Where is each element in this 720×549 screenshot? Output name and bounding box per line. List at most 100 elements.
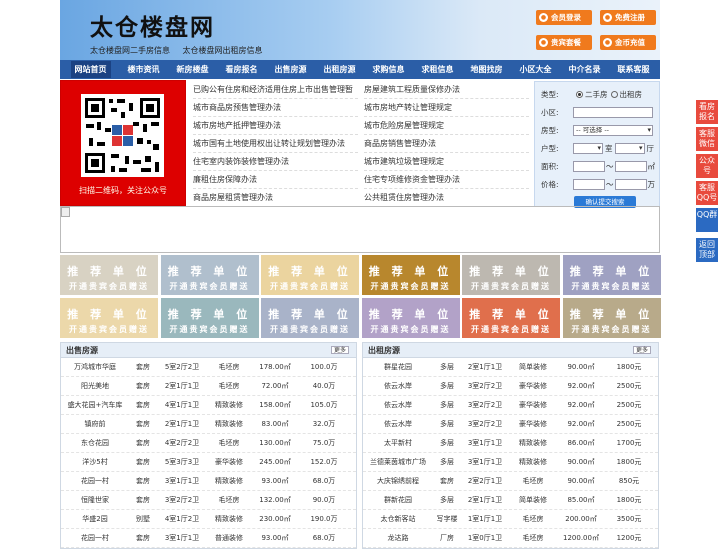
nav-item[interactable]: 联系客服 [618, 64, 650, 75]
radio-secondhand[interactable] [576, 90, 583, 98]
nav-item[interactable]: 出租房源 [324, 64, 356, 75]
table-cell[interactable]: 万鸿城市华庭 [61, 362, 129, 372]
policy-link[interactable]: 公共租赁住房管理办法 [364, 189, 529, 207]
table-cell[interactable]: 大庆锦绣前程 [363, 476, 433, 486]
vip-package-button[interactable]: ● 贵宾套餐 [536, 35, 592, 50]
table-row[interactable]: 群新花园 多层 2室1厅1卫 简单装修 85.00㎡ 1800元 [363, 491, 658, 510]
rental-info-link[interactable]: 太仓楼盘网出租房信息 [183, 46, 263, 55]
nav-item[interactable]: 求租信息 [422, 64, 454, 75]
table-cell[interactable]: 兰德莱茵城市广场 [363, 457, 433, 467]
site-logo-title[interactable]: 太仓楼盘网 [90, 8, 215, 42]
sidebar-float-item[interactable]: 客服微信 [696, 127, 718, 151]
table-row[interactable]: 太平新村 多层 3室1厅1卫 精致装修 86.00㎡ 1700元 [363, 434, 658, 453]
table-cell[interactable]: 依云水岸 [363, 381, 433, 391]
policy-link[interactable]: 商品房屋租赁管理办法 [193, 189, 358, 207]
table-row[interactable]: 盛大花园+汽车库 套房 4室1厅1卫 精致装修 158.00㎡ 105.0万 [61, 396, 356, 415]
register-button[interactable]: ● 免费注册 [600, 10, 656, 25]
nav-item[interactable]: 新房楼盘 [177, 64, 209, 75]
table-row[interactable]: 万鸿城市华庭 套房 5室2厅2卫 毛坯房 178.00㎡ 100.0万 [61, 358, 356, 377]
policy-link[interactable]: 已购公有住房和经济适用住房上市出售管理暂 [193, 81, 358, 99]
table-row[interactable]: 群星花园 多层 2室1厅1卫 简单装修 90.00㎡ 1800元 [363, 358, 658, 377]
recommended-unit-tile[interactable]: 推 荐 单 位开通贵宾会员赠送 [562, 255, 661, 295]
table-row[interactable]: 阳光美地 套房 2室1厅1卫 毛坯房 72.00㎡ 40.0万 [61, 377, 356, 396]
policy-link[interactable]: 商品房销售管理办法 [364, 135, 529, 153]
secondhand-info-link[interactable]: 太仓楼盘网二手房信息 [90, 46, 170, 55]
table-cell[interactable]: 依云水岸 [363, 400, 433, 410]
price-max-input[interactable] [614, 178, 647, 190]
policy-link[interactable]: 城市房地产抵押管理办法 [193, 117, 358, 135]
hall-select[interactable] [614, 142, 645, 154]
policy-link[interactable]: 房屋建筑工程质量保修办法 [364, 81, 529, 99]
nav-item[interactable]: 中介名录 [569, 64, 601, 75]
table-cell[interactable]: 群星花园 [363, 362, 433, 372]
table-cell[interactable]: 恒隆世家 [61, 495, 129, 505]
recommended-unit-tile[interactable]: 推 荐 单 位开通贵宾会员赠送 [160, 298, 259, 338]
table-cell[interactable]: 太平新村 [363, 438, 433, 448]
recommended-unit-tile[interactable]: 推 荐 单 位开通贵宾会员赠送 [462, 298, 560, 338]
recommended-unit-tile[interactable]: 推 荐 单 位开通贵宾会员赠送 [361, 255, 460, 295]
recommended-unit-tile[interactable]: 推 荐 单 位开通贵宾会员赠送 [462, 255, 560, 295]
nav-item[interactable]: 出售房源 [275, 64, 307, 75]
nav-item[interactable]: 小区大全 [520, 64, 552, 75]
table-row[interactable]: 洋沙5村 套房 5室3厅3卫 豪华装修 245.00㎡ 152.0万 [61, 453, 356, 472]
recommended-unit-tile[interactable]: 推 荐 单 位开通贵宾会员赠送 [562, 298, 661, 338]
policy-link[interactable]: 住宅室内装饰装修管理办法 [193, 153, 358, 171]
sale-more-button[interactable]: 更多 [330, 346, 349, 354]
table-row[interactable]: 依云水岸 多层 3室2厅2卫 豪华装修 92.00㎡ 2500元 [363, 377, 658, 396]
table-row[interactable]: 依云水岸 多层 3室2厅2卫 豪华装修 92.00㎡ 2500元 [363, 396, 658, 415]
table-row[interactable]: 恒隆世家 套房 3室2厅2卫 毛坯房 132.00㎡ 90.0万 [61, 491, 356, 510]
sidebar-float-item[interactable]: 客服QQ号 [696, 181, 718, 205]
area-max-input[interactable] [614, 160, 647, 172]
policy-link[interactable]: 城市商品房预售管理办法 [193, 99, 358, 117]
nav-item[interactable]: 网站首页 [70, 61, 111, 78]
table-cell[interactable]: 洋沙5村 [61, 457, 129, 467]
recommended-unit-tile[interactable]: 推 荐 单 位开通贵宾会员赠送 [261, 298, 359, 338]
table-cell[interactable]: 阳光美地 [61, 381, 129, 391]
table-cell[interactable]: 群新花园 [363, 495, 433, 505]
banner-broken-image[interactable] [60, 206, 660, 253]
table-row[interactable]: 太仓新客站 写字楼 1室1厅1卫 毛坯房 200.00㎡ 3500元 [363, 510, 658, 529]
recommended-unit-tile[interactable]: 推 荐 单 位开通贵宾会员赠送 [60, 298, 158, 338]
coin-recharge-button[interactable]: ● 金币充值 [600, 35, 656, 50]
table-row[interactable]: 大庆锦绣前程 套房 2室2厅1卫 毛坯房 90.00㎡ 850元 [363, 472, 658, 491]
policy-link[interactable]: 城市房地产转让管理规定 [364, 99, 529, 117]
table-cell[interactable]: 花园一村 [61, 476, 129, 486]
table-row[interactable]: 依云水岸 多层 3室2厅2卫 豪华装修 92.00㎡ 2500元 [363, 415, 658, 434]
style-select[interactable]: -- 可选择 -- [573, 124, 653, 136]
policy-link[interactable]: 城市建筑垃圾管理规定 [364, 153, 529, 171]
sidebar-float-item[interactable]: 公众号 [696, 154, 718, 178]
community-input[interactable] [573, 106, 653, 118]
policy-link[interactable]: 廉租住房保障办法 [193, 171, 358, 189]
table-cell[interactable]: 东仓花园 [61, 438, 129, 448]
recommended-unit-tile[interactable]: 推 荐 单 位开通贵宾会员赠送 [261, 255, 359, 295]
area-min-input[interactable] [573, 160, 605, 172]
table-row[interactable]: 镇府前 套房 2室1厅1卫 精致装修 83.00㎡ 32.0万 [61, 415, 356, 434]
table-cell[interactable]: 太仓新客站 [363, 514, 433, 524]
table-cell[interactable]: 华盛2园 [61, 514, 129, 524]
recommended-unit-tile[interactable]: 推 荐 单 位开通贵宾会员赠送 [160, 255, 259, 295]
table-cell[interactable]: 盛大花园+汽车库 [61, 400, 129, 410]
nav-item[interactable]: 地图找房 [471, 64, 503, 75]
table-row[interactable]: 花园一村 套房 3室1厅1卫 精致装修 93.00㎡ 68.0万 [61, 472, 356, 491]
rent-more-button[interactable]: 更多 [632, 346, 651, 354]
table-row[interactable]: 华盛2园 别墅 4室1厅2卫 精致装修 230.00㎡ 190.0万 [61, 510, 356, 529]
table-cell[interactable]: 花园一村 [61, 533, 129, 543]
policy-link[interactable]: 城市国有土地使用权出让转让规划管理办法 [193, 135, 358, 153]
policy-link[interactable]: 住宅专项维修资金管理办法 [364, 171, 529, 189]
table-cell[interactable]: 龙达路 [363, 533, 433, 543]
sidebar-float-item[interactable]: 返回顶部 [696, 238, 718, 262]
nav-item[interactable]: 楼市资讯 [128, 64, 160, 75]
table-row[interactable]: 花园一村 套房 3室1厅1卫 普通装修 93.00㎡ 68.0万 [61, 529, 356, 548]
table-cell[interactable]: 依云水岸 [363, 419, 433, 429]
nav-item[interactable]: 求购信息 [373, 64, 405, 75]
sidebar-float-item[interactable]: 看房报名 [696, 100, 718, 124]
policy-link[interactable]: 城市危险房屋管理规定 [364, 117, 529, 135]
recommended-unit-tile[interactable]: 推 荐 单 位开通贵宾会员赠送 [60, 255, 158, 295]
login-button[interactable]: ● 会员登录 [536, 10, 592, 25]
price-min-input[interactable] [573, 178, 605, 190]
nav-item[interactable]: 看房报名 [226, 64, 258, 75]
table-row[interactable]: 龙达路 厂房 1室0厅1卫 毛坯房 1200.00㎡ 1200元 [363, 529, 658, 548]
table-row[interactable]: 东仓花园 套房 4室2厅2卫 毛坯房 130.00㎡ 75.0万 [61, 434, 356, 453]
table-row[interactable]: 兰德莱茵城市广场 多层 3室1厅1卫 精致装修 90.00㎡ 1800元 [363, 453, 658, 472]
radio-rental[interactable] [610, 90, 618, 98]
